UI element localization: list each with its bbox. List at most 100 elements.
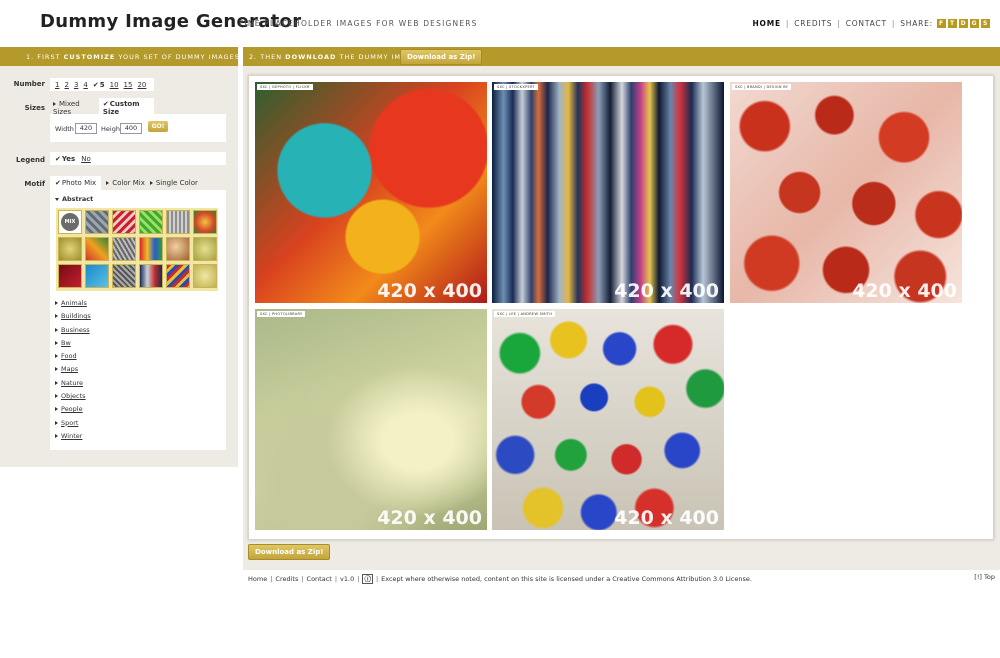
- license-text: Except where otherwise noted, content on…: [381, 575, 752, 583]
- digg-icon[interactable]: g: [970, 19, 979, 28]
- number-option-selected[interactable]: ✔5: [93, 81, 105, 89]
- thumbnail[interactable]: [139, 210, 163, 234]
- thumbnail[interactable]: [112, 237, 136, 261]
- thumbnail[interactable]: [85, 264, 109, 288]
- thumbnail[interactable]: [193, 237, 217, 261]
- check-icon: ✔: [102, 99, 109, 108]
- stumbleupon-icon[interactable]: s: [981, 19, 990, 28]
- category-link[interactable]: Buildings: [61, 312, 91, 320]
- footer-separator: |: [357, 575, 360, 583]
- step1-bar: 1. FIRST CUSTOMIZE YOUR SET OF DUMMY IMA…: [0, 47, 276, 66]
- dummy-image[interactable]: SXC | BRANDI | DESIGN BY 420 x 400: [730, 82, 962, 303]
- legend-yes[interactable]: ✔Yes: [55, 155, 75, 163]
- step2-text: 2. THEN DOWNLOAD THE DUMMY IMAGES: [249, 53, 423, 61]
- legend-no[interactable]: No: [81, 155, 91, 163]
- thumbnail[interactable]: [85, 237, 109, 261]
- arrow-right-icon: [55, 314, 58, 319]
- footer-credits-link[interactable]: Credits: [275, 575, 298, 583]
- step1-prefix: 1. FIRST: [26, 53, 64, 61]
- category-item[interactable]: People: [55, 403, 91, 416]
- nav-home[interactable]: HOME: [752, 19, 780, 28]
- thumbnail[interactable]: [58, 264, 82, 288]
- category-item[interactable]: Winter: [55, 430, 91, 443]
- facebook-icon[interactable]: f: [937, 19, 946, 28]
- number-option[interactable]: 20: [137, 81, 146, 89]
- dummy-image[interactable]: SXC | LEE | ANDREW SMITH 420 x 400: [492, 309, 724, 530]
- step1-bold: CUSTOMIZE: [63, 53, 116, 61]
- category-link[interactable]: Winter: [61, 432, 82, 440]
- nav-contact[interactable]: CONTACT: [846, 19, 887, 28]
- creative-commons-icon[interactable]: ⓘ: [362, 574, 373, 584]
- category-item[interactable]: Nature: [55, 377, 91, 390]
- category-link[interactable]: Food: [61, 352, 77, 360]
- top-nav: HOME | CREDITS | CONTACT | SHARE: f t d …: [752, 19, 990, 28]
- twitter-icon[interactable]: t: [948, 19, 957, 28]
- image-credit: SXC | GEPHOTO | FLICKR: [257, 84, 313, 90]
- dummy-image[interactable]: SXC | GEPHOTO | FLICKR 420 x 400: [255, 82, 487, 303]
- category-item[interactable]: Bw: [55, 337, 91, 350]
- category-item[interactable]: Sport: [55, 417, 91, 430]
- footer-home-link[interactable]: Home: [248, 575, 267, 583]
- category-link[interactable]: Objects: [61, 392, 86, 400]
- number-option[interactable]: 3: [74, 81, 78, 89]
- category-item[interactable]: Business: [55, 324, 91, 337]
- nav-separator: |: [785, 19, 790, 28]
- motif-color-mix-label: Color Mix: [112, 179, 145, 187]
- motif-color-mix[interactable]: Color Mix: [106, 179, 145, 187]
- thumbnail[interactable]: [139, 264, 163, 288]
- motif-photo-mix-label: Photo Mix: [61, 179, 97, 187]
- download-zip-bottom-button[interactable]: Download as Zip!: [248, 544, 331, 560]
- thumbnail[interactable]: [166, 264, 190, 288]
- thumbnail[interactable]: [193, 210, 217, 234]
- arrow-right-icon: [55, 433, 58, 438]
- thumbnail[interactable]: [112, 210, 136, 234]
- dummy-image[interactable]: SXC | STOCKXPERT 420 x 400: [492, 82, 724, 303]
- footer-separator: |: [334, 575, 338, 583]
- category-link[interactable]: People: [61, 405, 83, 413]
- back-to-top-link[interactable]: [!] Top: [974, 573, 995, 581]
- thumbnail[interactable]: [193, 264, 217, 288]
- nav-credits[interactable]: CREDITS: [794, 19, 832, 28]
- category-link[interactable]: Animals: [61, 299, 87, 307]
- thumbnail[interactable]: [58, 237, 82, 261]
- category-item[interactable]: Animals: [55, 297, 91, 310]
- thumbnail[interactable]: [166, 210, 190, 234]
- thumbnail[interactable]: [112, 264, 136, 288]
- category-link[interactable]: Nature: [61, 379, 83, 387]
- thumbnail[interactable]: [139, 237, 163, 261]
- category-abstract[interactable]: Abstract: [55, 195, 93, 203]
- dummy-image[interactable]: SXC | PHOTOLIBRARY 420 x 400: [255, 309, 487, 530]
- check-icon: ✔: [92, 80, 99, 89]
- width-input[interactable]: 420: [75, 123, 97, 134]
- category-item[interactable]: Objects: [55, 390, 91, 403]
- number-option[interactable]: 10: [110, 81, 119, 89]
- number-option[interactable]: 1: [55, 81, 59, 89]
- custom-size-panel: Width 420 Height 400 GO!: [50, 114, 226, 142]
- number-option[interactable]: 15: [124, 81, 133, 89]
- motif-single-color[interactable]: Single Color: [149, 179, 198, 187]
- number-option[interactable]: 4: [83, 81, 87, 89]
- step1-text: 1. FIRST CUSTOMIZE YOUR SET OF DUMMY IMA…: [26, 53, 277, 61]
- thumbnail[interactable]: [166, 237, 190, 261]
- height-input[interactable]: 400: [120, 123, 142, 134]
- thumbnail[interactable]: [85, 210, 109, 234]
- motif-photo-mix[interactable]: ✔Photo Mix: [50, 176, 102, 190]
- image-credit: SXC | LEE | ANDREW SMITH: [494, 311, 556, 317]
- arrow-right-icon: [55, 407, 58, 412]
- category-link[interactable]: Maps: [61, 365, 78, 373]
- mix-thumbnail[interactable]: MIX: [58, 210, 82, 234]
- delicious-icon[interactable]: d: [959, 19, 968, 28]
- number-label: Number: [13, 80, 45, 88]
- category-item[interactable]: Food: [55, 350, 91, 363]
- motif-label: Motif: [24, 180, 45, 188]
- category-link[interactable]: Business: [61, 326, 90, 334]
- category-link[interactable]: Sport: [61, 419, 78, 427]
- category-item[interactable]: Maps: [55, 363, 91, 376]
- download-zip-button[interactable]: Download as Zip!: [400, 49, 483, 65]
- number-options: 1 2 3 4 ✔5 10 15 20: [50, 78, 154, 91]
- go-button[interactable]: GO!: [148, 121, 168, 132]
- number-option[interactable]: 2: [64, 81, 68, 89]
- category-item[interactable]: Buildings: [55, 310, 91, 323]
- category-link[interactable]: Bw: [61, 339, 71, 347]
- footer-contact-link[interactable]: Contact: [307, 575, 332, 583]
